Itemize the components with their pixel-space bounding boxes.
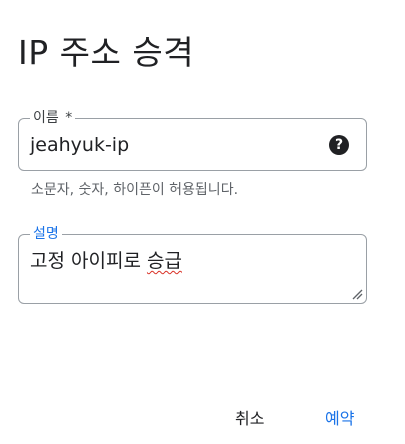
dialog-title: IP 주소 승격 [18, 33, 195, 72]
required-mark: * [65, 110, 73, 126]
name-input[interactable]: jeahyuk-ip [30, 134, 129, 156]
name-field-hint: 소문자, 숫자, 하이픈이 허용됩니다. [31, 182, 239, 198]
description-field-label: 설명 [30, 225, 62, 243]
name-field-label: 이름 * [30, 109, 76, 127]
description-field[interactable]: 설명 고정 아이피로 승급 [18, 225, 367, 304]
reserve-button[interactable]: 예약 [325, 405, 354, 429]
resize-handle-icon[interactable] [352, 289, 363, 300]
name-field[interactable]: 이름 * jeahyuk-ip ? [18, 109, 367, 171]
description-input[interactable]: 고정 아이피로 승급 [30, 246, 182, 273]
cancel-button[interactable]: 취소 [235, 405, 264, 429]
spellcheck-word: 승급 [146, 250, 182, 272]
help-icon[interactable]: ? [329, 135, 349, 155]
description-text: 고정 아이피로 [30, 250, 147, 272]
